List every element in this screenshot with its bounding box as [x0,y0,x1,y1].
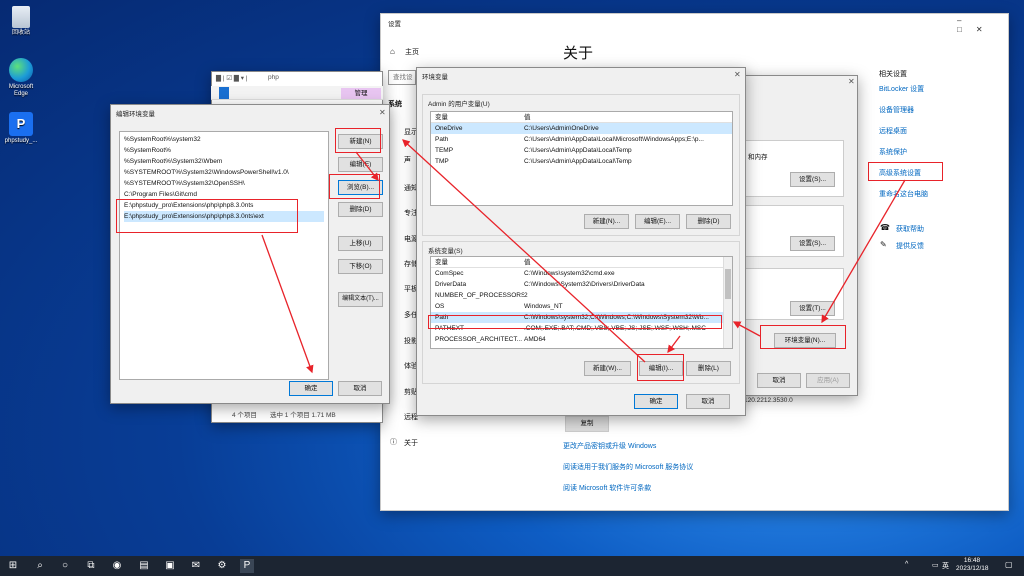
store-icon[interactable]: ▣ [163,559,177,573]
tray-chevron-icon[interactable]: ^ [905,561,908,568]
settings-gear-icon[interactable]: ⚙ [215,559,229,573]
mail-icon[interactable]: ✉ [189,559,203,573]
ime-indicator[interactable]: 英 [942,561,949,571]
file-explorer-icon[interactable]: ▤ [137,559,151,573]
edge-icon[interactable]: ◉ [110,559,124,573]
cortana-icon[interactable]: ○ [58,559,72,573]
annotation-arrows [261,139,906,374]
notification-icon[interactable]: ▢ [1005,560,1013,569]
task-view-icon[interactable]: ⧉ [84,559,98,573]
network-icon[interactable]: ▭ [932,561,939,569]
arrow [821,179,906,324]
arrow [732,321,761,337]
search-icon[interactable]: ⌕ [33,559,47,573]
arrow [402,139,646,363]
start-icon[interactable]: ⊞ [6,559,20,573]
arrow [667,335,681,354]
arrow [355,151,379,182]
taskbar: ⊞ ⌕ ○ ⧉ ◉ ▤ ▣ ✉ ⚙ P ^ ▭ 英 16:48 2023/12/… [0,556,1024,576]
clock[interactable]: 16:48 2023/12/18 [956,557,989,573]
arrow [261,234,314,374]
clock-date: 2023/12/18 [956,565,989,572]
phpstudy-taskbar-icon[interactable]: P [240,559,254,573]
clock-time: 16:48 [963,557,981,564]
desktop: 回收站 Microsoft Edge P phpstudy_... 设置 –□✕… [0,0,1024,556]
